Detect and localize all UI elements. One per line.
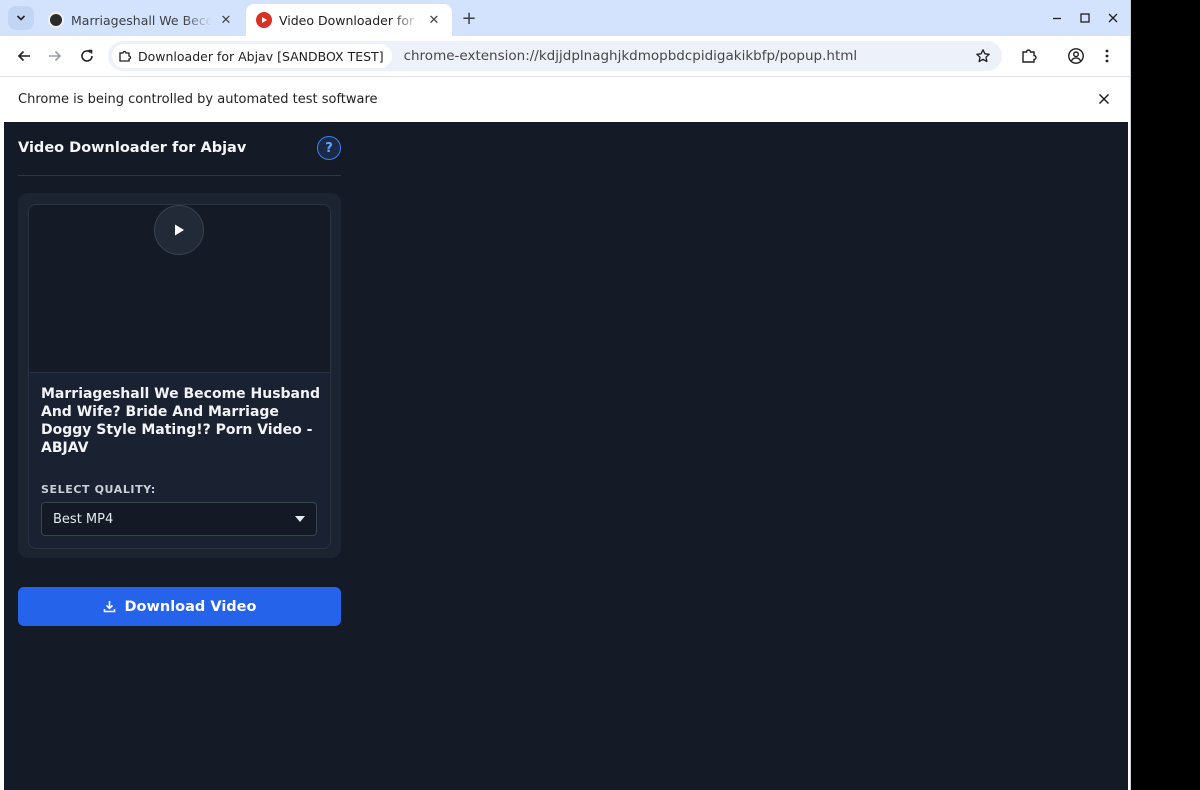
site-info-chip[interactable]: Downloader for Abjav [SANDBOX TEST]	[112, 44, 392, 68]
site-favicon-icon	[48, 12, 64, 28]
close-window-icon[interactable]	[1103, 8, 1123, 28]
video-card: Marriageshall We Become Husband And Wife…	[18, 193, 341, 558]
automation-infobar: Chrome is being controlled by automated …	[0, 76, 1130, 122]
download-icon	[103, 600, 116, 613]
close-icon[interactable]: ✕	[426, 12, 442, 28]
play-icon	[175, 224, 184, 236]
tab-title: Video Downloader for Abjav	[279, 12, 420, 28]
chevron-down-icon	[16, 15, 26, 21]
extension-icon	[118, 49, 132, 63]
tab-video-downloader[interactable]: Video Downloader for Abjav ✕	[246, 4, 452, 36]
help-button[interactable]: ?	[317, 136, 341, 160]
site-info-label: Downloader for Abjav [SANDBOX TEST]	[138, 48, 384, 64]
forward-button[interactable]	[43, 44, 67, 68]
quality-select[interactable]: Best MP4	[41, 502, 317, 536]
download-video-button[interactable]: Download Video	[18, 587, 341, 626]
download-label: Download Video	[124, 598, 257, 615]
play-button[interactable]	[154, 205, 204, 255]
maximize-icon[interactable]	[1075, 8, 1095, 28]
back-button[interactable]	[12, 44, 36, 68]
minimize-icon[interactable]	[1047, 8, 1067, 28]
profile-avatar-icon[interactable]	[1064, 44, 1088, 68]
tab-strip: Marriageshall We Become Husband And Wife…	[0, 0, 1130, 36]
caret-down-icon	[295, 516, 305, 522]
tab-search-button[interactable]	[8, 6, 34, 30]
close-icon[interactable]: ✕	[218, 12, 234, 28]
address-bar[interactable]: Downloader for Abjav [SANDBOX TEST] chro…	[108, 41, 1002, 71]
video-item: Marriageshall We Become Husband And Wife…	[28, 204, 331, 549]
tab-marriageshall[interactable]: Marriageshall We Become Husband And Wife…	[38, 4, 244, 36]
arrow-left-icon	[17, 50, 30, 62]
new-tab-button[interactable]: +	[458, 7, 480, 29]
video-title: Marriageshall We Become Husband And Wife…	[41, 386, 320, 456]
extension-popup-page: Video Downloader for Abjav ? Marriagesha…	[4, 122, 1128, 790]
video-thumbnail[interactable]	[29, 205, 330, 373]
tab-title: Marriageshall We Become Husband And Wife…	[71, 12, 212, 28]
browser-window: Marriageshall We Become Husband And Wife…	[0, 0, 1131, 790]
reload-icon	[81, 49, 93, 62]
infobar-message: Chrome is being controlled by automated …	[18, 92, 378, 107]
popup-title: Video Downloader for Abjav	[18, 140, 247, 156]
arrow-right-icon	[49, 50, 62, 62]
quality-selected-value: Best MP4	[53, 511, 114, 527]
extension-favicon-icon	[256, 12, 272, 28]
popup-header: Video Downloader for Abjav ?	[18, 134, 341, 176]
close-icon[interactable]	[1095, 90, 1113, 108]
url-text[interactable]: chrome-extension://kdjjdplnaghjkdmopbdcp…	[404, 48, 858, 64]
menu-kebab-icon[interactable]	[1095, 44, 1119, 68]
browser-toolbar: Downloader for Abjav [SANDBOX TEST] chro…	[0, 36, 1130, 76]
extensions-puzzle-icon[interactable]	[1017, 44, 1041, 68]
quality-label: SELECT QUALITY:	[41, 483, 156, 496]
bookmark-star-icon[interactable]	[974, 47, 992, 65]
reload-button[interactable]	[75, 44, 99, 68]
